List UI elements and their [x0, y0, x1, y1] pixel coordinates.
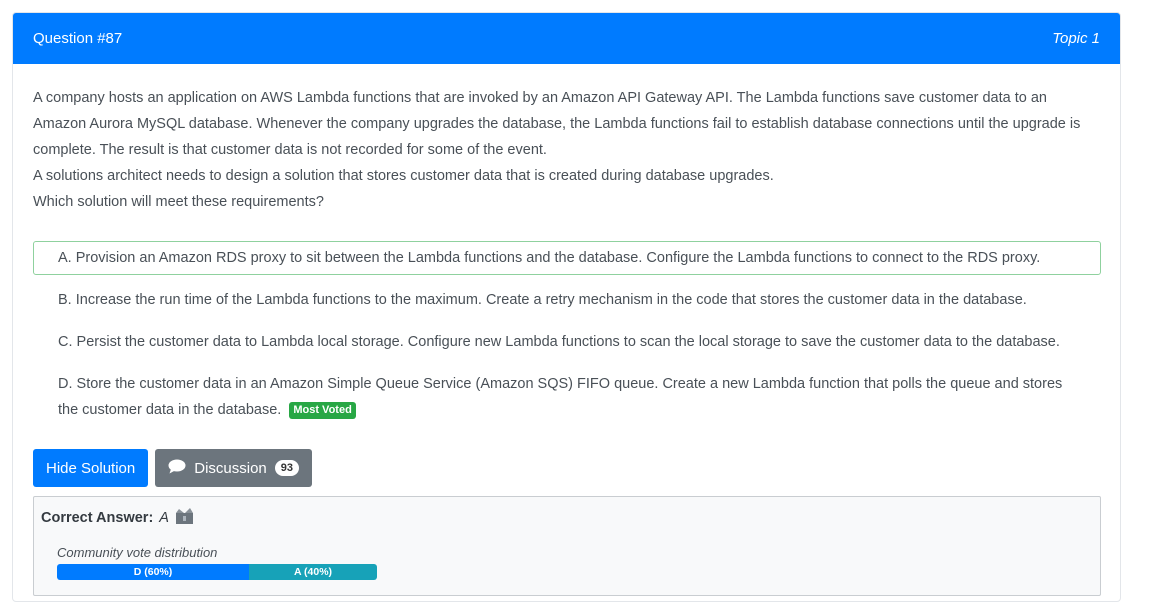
- discussion-count-badge: 93: [274, 460, 300, 476]
- choice-d[interactable]: D. Store the customer data in an Amazon …: [33, 367, 1101, 427]
- choice-text: C. Persist the customer data to Lambda l…: [58, 334, 1060, 350]
- correct-answer-label: Correct Answer:: [41, 510, 154, 526]
- choice-a[interactable]: A. Provision an Amazon RDS proxy to sit …: [33, 241, 1101, 275]
- topic-label: Topic 1: [1052, 30, 1100, 47]
- correct-answer-value: A: [159, 510, 169, 526]
- vote-segment: D (60%): [57, 564, 249, 580]
- hide-solution-button[interactable]: Hide Solution: [33, 449, 149, 487]
- choice-b[interactable]: B. Increase the run time of the Lambda f…: [33, 283, 1101, 317]
- speech-bubble-icon: [168, 459, 186, 478]
- question-card: Question #87 Topic 1 A company hosts an …: [12, 12, 1121, 602]
- question-header: Question #87 Topic 1: [13, 13, 1120, 64]
- choice-c[interactable]: C. Persist the customer data to Lambda l…: [33, 325, 1101, 359]
- answer-box: Correct Answer: A Community vote distrib…: [33, 496, 1101, 596]
- vote-bar: D (60%) A (40%): [57, 564, 377, 580]
- discussion-button[interactable]: Discussion 93: [155, 449, 313, 487]
- choice-text: A. Provision an Amazon RDS proxy to sit …: [58, 250, 1041, 266]
- choice-text: D. Store the customer data in an Amazon …: [58, 376, 1063, 418]
- most-voted-badge: Most Voted: [289, 402, 356, 419]
- vote-title: Community vote distribution: [57, 545, 218, 560]
- action-buttons: Hide Solution Discussion 93: [33, 449, 1100, 487]
- reveal-box-icon[interactable]: [175, 507, 195, 529]
- vote-distribution: Community vote distribution D (60%) A (40…: [57, 545, 1093, 580]
- correct-answer-line: Correct Answer: A: [41, 507, 1093, 529]
- question-body: A company hosts an application on AWS La…: [13, 64, 1120, 596]
- question-text: A company hosts an application on AWS La…: [33, 84, 1100, 215]
- discussion-label: Discussion: [194, 459, 267, 477]
- choices-list: A. Provision an Amazon RDS proxy to sit …: [33, 241, 1101, 427]
- choice-text: B. Increase the run time of the Lambda f…: [58, 292, 1027, 308]
- question-paragraph: Which solution will meet these requireme…: [33, 194, 324, 210]
- question-paragraph: A solutions architect needs to design a …: [33, 168, 774, 184]
- question-number: Question #87: [33, 30, 123, 47]
- vote-segment: A (40%): [249, 564, 377, 580]
- question-paragraph: A company hosts an application on AWS La…: [33, 90, 1081, 158]
